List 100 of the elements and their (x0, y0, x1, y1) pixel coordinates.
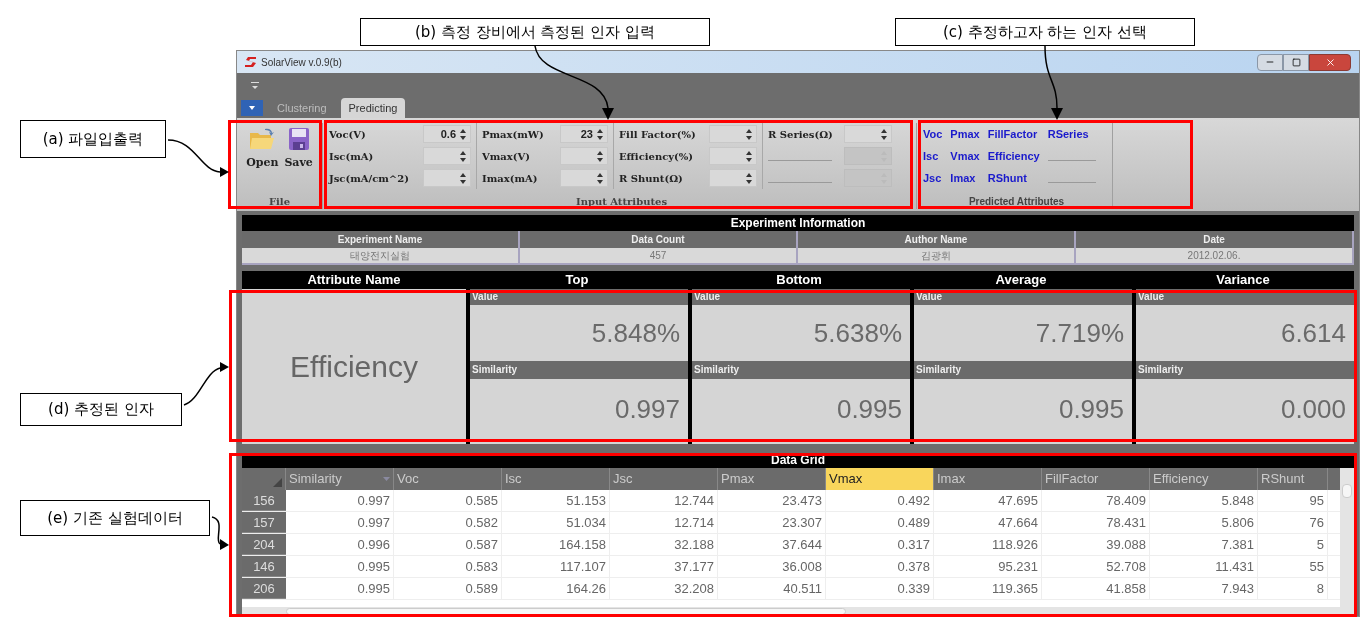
section-header: Experiment Information (242, 215, 1354, 231)
row-header[interactable]: 206 (242, 578, 286, 599)
column-header[interactable]: Voc (394, 468, 502, 490)
spinner-field[interactable] (423, 169, 471, 187)
spinner-field[interactable]: 23 (560, 125, 608, 143)
attribute-link[interactable]: Voc (923, 125, 943, 143)
row-header[interactable]: 204 (242, 534, 286, 555)
table-cell: 0.492 (826, 490, 934, 511)
table-cell: 23.473 (718, 490, 826, 511)
attribute-link[interactable]: Pmax (950, 125, 980, 143)
similarity-value: 0.000 (1136, 379, 1354, 444)
table-cell: 457 (520, 248, 798, 265)
column-header: Variance (1215, 271, 1271, 289)
spin-arrows-icon (460, 128, 466, 140)
callout-arrow (167, 139, 229, 177)
attribute-link[interactable]: Imax (950, 169, 976, 187)
table-cell: 0.583 (394, 556, 502, 577)
restore-button[interactable] (1283, 53, 1309, 71)
tab[interactable]: Predicting (340, 98, 406, 118)
row-header[interactable]: 157 (242, 512, 286, 533)
callout-label: (b) 측정 장비에서 측정된 인자 입력 (360, 18, 710, 46)
column-header: Attribute Name (306, 271, 402, 289)
spinner-field[interactable] (560, 147, 608, 165)
table-cell: 0.378 (826, 556, 934, 577)
table-cell: 76 (1258, 512, 1328, 533)
horizontal-scrollbar[interactable] (242, 607, 1340, 616)
table-cell: 0.589 (394, 578, 502, 599)
table-cell: 태양전지실험 (242, 248, 520, 265)
file-button[interactable]: Open (244, 127, 281, 172)
spinner-field[interactable] (709, 169, 757, 187)
close-button[interactable] (1309, 53, 1351, 71)
spinner-field[interactable] (709, 125, 757, 143)
attribute-link[interactable]: RSeries (1047, 125, 1089, 143)
result-value: 7.719% (914, 305, 1132, 361)
minimize-button[interactable] (1257, 53, 1283, 71)
attribute-link[interactable]: Jsc (923, 169, 942, 187)
app-menu-button[interactable] (241, 100, 263, 116)
result-value: 5.638% (692, 305, 910, 361)
column-header[interactable]: Jsc (610, 468, 718, 490)
table-cell: 0.997 (286, 512, 394, 533)
table-cell: 32.208 (610, 578, 718, 599)
field-label: Jsc(mA/cm^2) (329, 171, 410, 186)
blank-line (768, 159, 832, 161)
sort-caret-icon (383, 477, 390, 481)
table-cell: 164.158 (502, 534, 610, 555)
attribute-name: Efficiency (242, 289, 466, 444)
table-cell: 0.587 (394, 534, 502, 555)
table-cell: 52.708 (1042, 556, 1150, 577)
spin-arrows-icon (746, 172, 752, 184)
spinner-field[interactable] (560, 169, 608, 187)
spinner-field[interactable] (844, 125, 892, 143)
callout-arrow (183, 362, 229, 406)
similarity-value: 0.995 (914, 379, 1132, 444)
spinner-field[interactable] (423, 147, 471, 165)
result-value: 6.614 (1136, 305, 1354, 361)
attribute-link[interactable]: RShunt (987, 169, 1027, 187)
table-cell: 32.188 (610, 534, 718, 555)
spin-arrows-icon (597, 150, 603, 162)
column-header: Average (994, 271, 1048, 289)
close-icon (1324, 56, 1336, 68)
table-cell: 0.995 (286, 578, 394, 599)
table-cell: 5.848 (1150, 490, 1258, 511)
table-cell: 8 (1258, 578, 1328, 599)
table-cell: 37.644 (718, 534, 826, 555)
attribute-link[interactable]: Vmax (950, 147, 980, 165)
table-cell: 51.034 (502, 512, 610, 533)
spin-arrows-icon (746, 150, 752, 162)
toolbar-menu-icon[interactable] (251, 80, 259, 91)
table-cell: 95.231 (934, 556, 1042, 577)
spinner-field[interactable] (709, 147, 757, 165)
window-title: SolarView v.0.9(b) (261, 55, 342, 70)
spin-arrows-icon (460, 150, 466, 162)
column-header[interactable]: FillFactor (1042, 468, 1150, 490)
field-label: Imax(mA) (482, 171, 539, 186)
table-cell: 37.177 (610, 556, 718, 577)
spin-arrows-icon (597, 172, 603, 184)
attribute-link[interactable]: Efficiency (987, 147, 1040, 165)
column-header[interactable]: RShunt (1258, 468, 1328, 490)
column-header[interactable]: Isc (502, 468, 610, 490)
column-header[interactable]: Similarity (286, 468, 394, 490)
table-cell: 7.381 (1150, 534, 1258, 555)
table-cell: 0.585 (394, 490, 502, 511)
table-cell: 78.431 (1042, 512, 1150, 533)
table-cell: 11.431 (1150, 556, 1258, 577)
row-header[interactable]: 146 (242, 556, 286, 577)
attribute-link[interactable]: FillFactor (987, 125, 1038, 143)
row-header[interactable]: 156 (242, 490, 286, 511)
spinner-field[interactable]: 0.6 (423, 125, 471, 143)
column-header[interactable]: Vmax (826, 468, 934, 490)
table-cell: 78.409 (1042, 490, 1150, 511)
column-header[interactable]: Imax (934, 468, 1042, 490)
table-cell: 23.307 (718, 512, 826, 533)
table-cell: 0.995 (286, 556, 394, 577)
vertical-scrollbar[interactable] (1340, 468, 1354, 616)
file-button[interactable]: Save (282, 127, 315, 172)
table-cell: 김광휘 (798, 248, 1076, 265)
column-header[interactable]: Efficiency (1150, 468, 1258, 490)
table-cell: 41.858 (1042, 578, 1150, 599)
field-label: Similarity (1136, 361, 1354, 379)
attribute-link[interactable]: Isc (923, 147, 939, 165)
